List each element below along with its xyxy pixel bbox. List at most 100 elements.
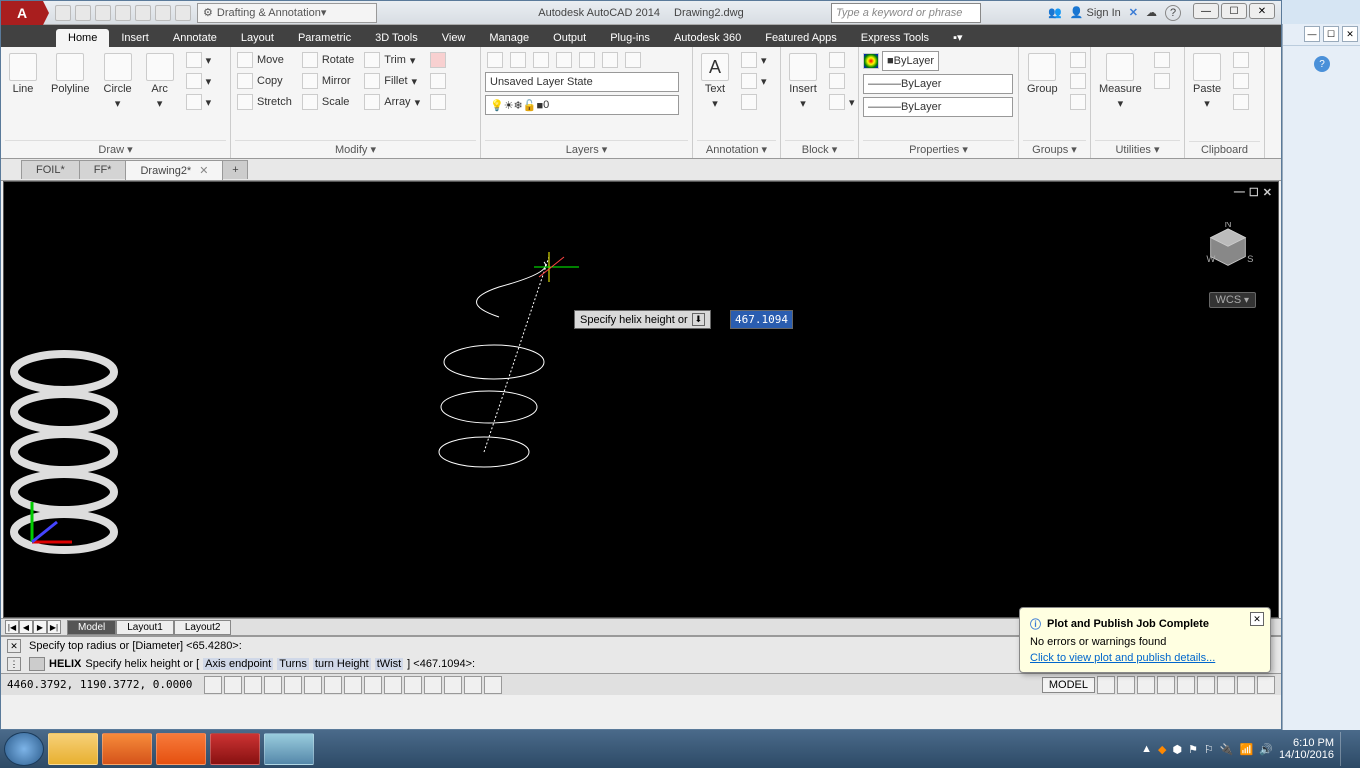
balloon-link[interactable]: Click to view plot and publish details..…: [1030, 652, 1215, 664]
tray-up-icon[interactable]: ▲: [1141, 743, 1152, 755]
layout-first-icon[interactable]: |◀: [5, 620, 19, 634]
layout-last-icon[interactable]: ▶|: [47, 620, 61, 634]
task-autocad[interactable]: [210, 733, 260, 765]
osnap-toggle[interactable]: [284, 676, 302, 694]
scale-button[interactable]: Scale: [300, 93, 356, 111]
tray-volume-icon[interactable]: 🔊: [1259, 743, 1273, 756]
copyclip-button[interactable]: [1231, 72, 1251, 90]
qat-undo-icon[interactable]: [155, 5, 171, 21]
signin-button[interactable]: 👤 Sign In: [1070, 6, 1121, 19]
line-button[interactable]: Line: [5, 51, 41, 97]
dyn-toggle[interactable]: [364, 676, 382, 694]
close-button[interactable]: ✕: [1249, 3, 1275, 19]
panel-modify-title[interactable]: Modify ▾: [235, 140, 476, 158]
tab-annotate[interactable]: Annotate: [161, 29, 229, 47]
attr-button[interactable]: ▾: [827, 93, 857, 111]
tray-net-icon[interactable]: ⚑: [1188, 743, 1198, 756]
tab-manage[interactable]: Manage: [477, 29, 541, 47]
minimize-button[interactable]: —: [1193, 3, 1219, 19]
layer-freeze-button[interactable]: [508, 51, 528, 69]
tab-a360[interactable]: Autodesk 360: [662, 29, 753, 47]
arc-button[interactable]: Arc▾: [142, 51, 178, 112]
tab-3dtools[interactable]: 3D Tools: [363, 29, 430, 47]
bg-close-icon[interactable]: ✕: [1342, 26, 1358, 42]
av-toggle[interactable]: [484, 676, 502, 694]
cleanscreen-icon[interactable]: [1257, 676, 1275, 694]
tab-layout2[interactable]: Layout2: [174, 620, 232, 635]
ellipse-button[interactable]: ▾: [184, 72, 214, 90]
drawing-viewport[interactable]: — ☐ ✕ N W S WCS ▾: [3, 181, 1279, 618]
annoscale-icon[interactable]: [1137, 676, 1155, 694]
tab-overflow[interactable]: ▪▾: [941, 28, 974, 47]
table-button[interactable]: [739, 93, 769, 111]
tpy-toggle[interactable]: [404, 676, 422, 694]
copy-button[interactable]: Copy: [235, 72, 294, 90]
tray-network-icon[interactable]: 📶: [1240, 743, 1254, 756]
am-toggle[interactable]: [464, 676, 482, 694]
viewcube[interactable]: N W S: [1202, 222, 1254, 274]
show-desktop-button[interactable]: [1340, 732, 1348, 766]
qp-toggle[interactable]: [424, 676, 442, 694]
qat-saveas-icon[interactable]: [115, 5, 131, 21]
explode-button[interactable]: [428, 72, 448, 90]
layerstate-dropdown[interactable]: Unsaved Layer State: [485, 72, 679, 92]
vp-minimize-icon[interactable]: —: [1234, 186, 1245, 199]
tab-featured[interactable]: Featured Apps: [753, 29, 849, 47]
move-button[interactable]: Move: [235, 51, 294, 69]
snap-toggle[interactable]: [204, 676, 222, 694]
layer-off-button[interactable]: [554, 51, 574, 69]
toolbar-lock-icon[interactable]: [1197, 676, 1215, 694]
otrack-toggle[interactable]: [324, 676, 342, 694]
offset-button[interactable]: [428, 93, 448, 111]
layer-match-button[interactable]: [577, 51, 597, 69]
tab-output[interactable]: Output: [541, 29, 598, 47]
task-paint[interactable]: [264, 733, 314, 765]
text-button[interactable]: AText▾: [697, 51, 733, 112]
grid-toggle[interactable]: [224, 676, 242, 694]
infocenter-icon[interactable]: 👥: [1048, 6, 1062, 19]
dim-button[interactable]: ▾: [739, 51, 769, 69]
lwt-toggle[interactable]: [384, 676, 402, 694]
ducs-toggle[interactable]: [344, 676, 362, 694]
group-edit-button[interactable]: [1068, 72, 1088, 90]
isolate-icon[interactable]: [1237, 676, 1255, 694]
hatch-button[interactable]: ▾: [184, 93, 214, 111]
tray-action-icon[interactable]: ⚐: [1204, 743, 1214, 756]
qat-plot-icon[interactable]: [135, 5, 151, 21]
a360-icon[interactable]: ☁: [1146, 6, 1157, 19]
tray-power-icon[interactable]: 🔌: [1220, 743, 1234, 756]
quickview-layouts-icon[interactable]: [1097, 676, 1115, 694]
cmd-handle-icon[interactable]: ⋮: [7, 657, 21, 671]
layout-prev-icon[interactable]: ◀: [19, 620, 33, 634]
bg-max-icon[interactable]: ☐: [1323, 26, 1339, 42]
layer-more-button[interactable]: [623, 51, 643, 69]
panel-draw-title[interactable]: Draw ▾: [5, 140, 226, 158]
tab-foil[interactable]: FOIL*: [21, 160, 80, 179]
modelspace-button[interactable]: MODEL: [1042, 677, 1095, 693]
linetype-dropdown[interactable]: ——— ByLayer: [863, 97, 1013, 117]
tab-ff[interactable]: FF*: [79, 160, 127, 179]
tab-parametric[interactable]: Parametric: [286, 29, 363, 47]
panel-properties-title[interactable]: Properties ▾: [863, 140, 1014, 158]
fillet-button[interactable]: Fillet ▾: [362, 72, 422, 90]
lineweight-dropdown[interactable]: ——— ByLayer: [863, 74, 1013, 94]
polygon-button[interactable]: ▾: [184, 51, 214, 69]
3dosnap-toggle[interactable]: [304, 676, 322, 694]
layer-iso-button[interactable]: [485, 51, 505, 69]
workspace-dropdown[interactable]: ⚙ Drafting & Annotation ▾: [197, 3, 377, 23]
dynamic-input[interactable]: 467.1094: [730, 310, 793, 329]
tab-model[interactable]: Model: [67, 620, 116, 635]
tab-home[interactable]: Home: [56, 29, 109, 47]
layout-next-icon[interactable]: ▶: [33, 620, 47, 634]
polyline-button[interactable]: Polyline: [47, 51, 94, 97]
dynamic-options-icon[interactable]: ⬇: [692, 313, 706, 326]
hardware-accel-icon[interactable]: [1217, 676, 1235, 694]
tab-layout[interactable]: Layout: [229, 29, 286, 47]
sc-toggle[interactable]: [444, 676, 462, 694]
tab-layout1[interactable]: Layout1: [116, 620, 174, 635]
bg-min-icon[interactable]: —: [1304, 26, 1320, 42]
quickview-drawings-icon[interactable]: [1117, 676, 1135, 694]
app-logo[interactable]: A: [1, 1, 43, 25]
panel-block-title[interactable]: Block ▾: [785, 140, 854, 158]
new-tab-button[interactable]: +: [222, 160, 248, 179]
